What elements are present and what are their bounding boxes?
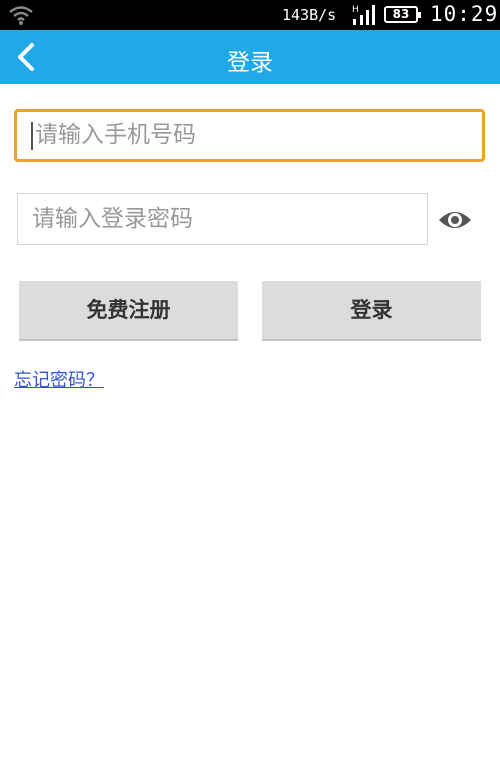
wifi-icon — [8, 4, 34, 30]
page-title: 登录 — [227, 50, 273, 76]
phone-input[interactable]: 请输入手机号码 — [14, 109, 485, 162]
battery-indicator: 83 — [384, 6, 421, 23]
title-bar: 登录 — [0, 30, 500, 84]
forgot-password-link[interactable]: 忘记密码？ — [14, 366, 104, 392]
password-input[interactable]: 请输入登录密码 — [17, 193, 428, 245]
phone-placeholder: 请输入手机号码 — [35, 122, 196, 148]
clock: 10:29 — [430, 2, 499, 26]
register-button[interactable]: 免费注册 — [19, 281, 238, 341]
network-speed: 143B/s — [282, 6, 337, 24]
eye-icon[interactable] — [437, 206, 473, 238]
svg-text:H: H — [352, 5, 359, 15]
signal-icon: H — [352, 3, 380, 31]
password-placeholder: 请输入登录密码 — [32, 206, 193, 232]
text-caret — [31, 121, 33, 150]
login-button[interactable]: 登录 — [262, 281, 481, 341]
status-bar: 143B/s H 83 10:29 — [0, 0, 500, 30]
